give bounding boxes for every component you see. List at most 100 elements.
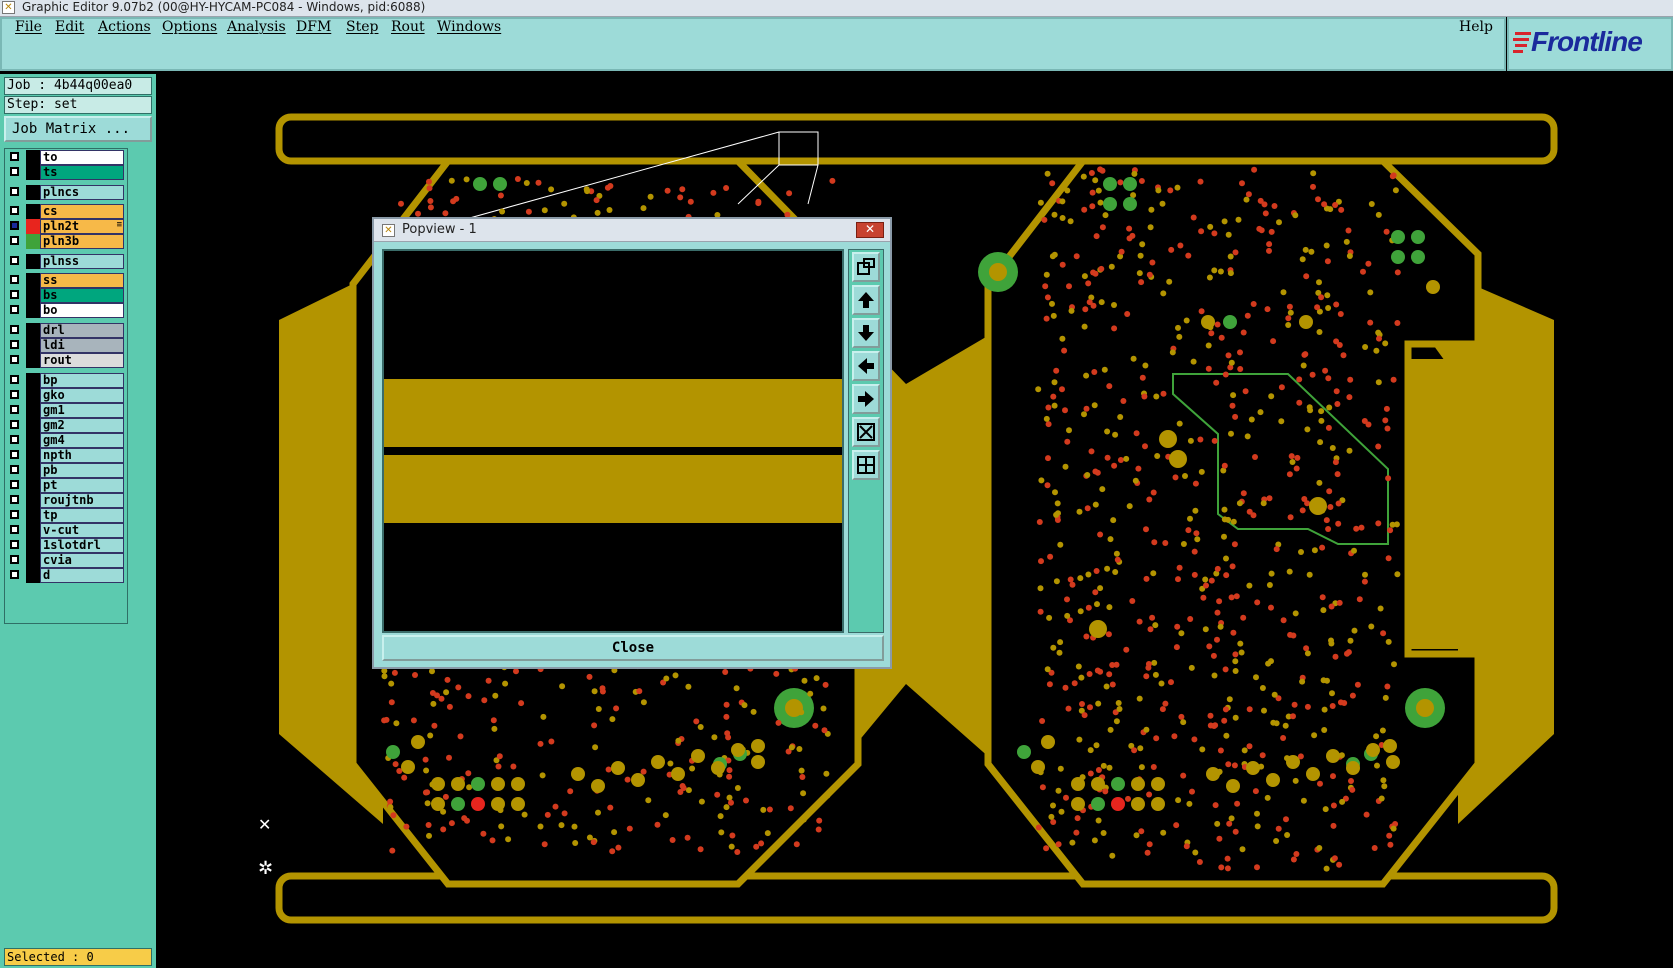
menu-edit[interactable]: Edit	[55, 17, 84, 37]
layer-checkbox[interactable]	[10, 435, 19, 444]
layer-name[interactable]: v-cut	[40, 523, 124, 538]
layer-row-rout[interactable]: rout	[8, 353, 124, 368]
layer-name[interactable]: roujtnb	[40, 493, 124, 508]
layer-row-cvia[interactable]: cvia	[8, 553, 124, 568]
layer-name[interactable]: ldi	[40, 338, 124, 353]
layer-checkbox[interactable]	[10, 555, 19, 564]
layer-row-ss[interactable]: ss	[8, 273, 124, 288]
layer-color-swatch[interactable]	[26, 185, 40, 200]
layer-row-cs[interactable]: cs	[8, 204, 124, 219]
layer-row-to[interactable]: to	[8, 150, 124, 165]
layer-row-tp[interactable]: tp	[8, 508, 124, 523]
layer-row-drl[interactable]: drl	[8, 323, 124, 338]
layer-checkbox[interactable]	[10, 510, 19, 519]
menu-rout[interactable]: Rout	[391, 17, 425, 37]
layer-name[interactable]: gko	[40, 388, 124, 403]
layer-color-swatch[interactable]	[26, 433, 40, 448]
layer-name[interactable]: d	[40, 568, 124, 583]
layer-color-swatch[interactable]	[26, 388, 40, 403]
layer-name[interactable]: pln2t	[40, 219, 124, 234]
layer-checkbox[interactable]	[10, 290, 19, 299]
layer-name[interactable]: pt	[40, 478, 124, 493]
layer-row-gm2[interactable]: gm2	[8, 418, 124, 433]
layer-color-swatch[interactable]	[26, 323, 40, 338]
layer-checkbox[interactable]	[10, 152, 19, 161]
layer-color-swatch[interactable]	[26, 568, 40, 583]
layer-checkbox[interactable]	[10, 256, 19, 265]
popview-close-x-button[interactable]: ✕	[856, 222, 884, 238]
layer-row-bp[interactable]: bp	[8, 373, 124, 388]
zoom-center-button[interactable]	[852, 450, 880, 480]
layer-row-pb[interactable]: pb	[8, 463, 124, 478]
layer-checkbox[interactable]	[10, 340, 19, 349]
layer-name[interactable]: pln3b	[40, 234, 124, 249]
layer-row-ldi[interactable]: ldi	[8, 338, 124, 353]
menu-analysis[interactable]: Analysis	[227, 17, 286, 37]
layer-name[interactable]: 1slotdrl	[40, 538, 124, 553]
layer-row-npth[interactable]: npth	[8, 448, 124, 463]
layer-row-gm4[interactable]: gm4	[8, 433, 124, 448]
layer-row-bs[interactable]: bs	[8, 288, 124, 303]
layer-color-swatch[interactable]	[26, 538, 40, 553]
layer-color-swatch[interactable]	[26, 234, 40, 249]
layer-checkbox[interactable]	[10, 450, 19, 459]
layer-color-swatch[interactable]	[26, 150, 40, 165]
menu-help[interactable]: Help	[1459, 17, 1493, 37]
layer-row-d[interactable]: d	[8, 568, 124, 583]
layer-color-swatch[interactable]	[26, 478, 40, 493]
zoom-fit-button[interactable]	[852, 417, 880, 447]
layer-checkbox[interactable]	[10, 525, 19, 534]
layer-color-swatch[interactable]	[26, 403, 40, 418]
zoom-window-button[interactable]	[852, 252, 880, 282]
layer-row-plncs[interactable]: plncs	[8, 185, 124, 200]
pan-up-button[interactable]	[852, 285, 880, 315]
layer-name[interactable]: plncs	[40, 185, 124, 200]
layer-color-swatch[interactable]	[26, 493, 40, 508]
layer-row-pln3b[interactable]: pln3b	[8, 234, 124, 249]
layer-name[interactable]: gm1	[40, 403, 124, 418]
layer-color-swatch[interactable]	[26, 553, 40, 568]
layer-name[interactable]: gm4	[40, 433, 124, 448]
layer-name[interactable]: bo	[40, 303, 124, 318]
layer-color-swatch[interactable]	[26, 508, 40, 523]
layer-name[interactable]: tp	[40, 508, 124, 523]
layer-color-swatch[interactable]	[26, 448, 40, 463]
layer-color-swatch[interactable]	[26, 219, 40, 234]
layer-checkbox[interactable]	[10, 221, 19, 230]
layer-row-gko[interactable]: gko	[8, 388, 124, 403]
layer-name[interactable]: bp	[40, 373, 124, 388]
layer-name[interactable]: gm2	[40, 418, 124, 433]
layer-name[interactable]: ss	[40, 273, 124, 288]
layer-name[interactable]: pb	[40, 463, 124, 478]
layer-color-swatch[interactable]	[26, 303, 40, 318]
menu-actions[interactable]: Actions	[98, 17, 151, 37]
layer-checkbox[interactable]	[10, 390, 19, 399]
layer-checkbox[interactable]	[10, 405, 19, 414]
layer-color-swatch[interactable]	[26, 204, 40, 219]
menu-step[interactable]: Step	[346, 17, 378, 37]
layer-name[interactable]: ts	[40, 165, 124, 180]
layer-checkbox[interactable]	[10, 187, 19, 196]
layer-color-swatch[interactable]	[26, 523, 40, 538]
popview-view[interactable]	[382, 249, 844, 633]
layer-checkbox[interactable]	[10, 540, 19, 549]
layer-color-swatch[interactable]	[26, 165, 40, 180]
layer-row-roujtnb[interactable]: roujtnb	[8, 493, 124, 508]
layer-row-pln2t[interactable]: pln2t ≡	[8, 219, 124, 234]
menu-file[interactable]: File	[15, 17, 42, 37]
layer-name[interactable]: bs	[40, 288, 124, 303]
job-matrix-button[interactable]: Job Matrix ...	[4, 116, 152, 142]
pan-left-button[interactable]	[852, 351, 880, 381]
layer-checkbox[interactable]	[10, 236, 19, 245]
popview-close-button[interactable]: Close	[382, 635, 884, 661]
layer-row-1slotdrl[interactable]: 1slotdrl	[8, 538, 124, 553]
layer-color-swatch[interactable]	[26, 254, 40, 269]
layer-checkbox[interactable]	[10, 495, 19, 504]
layer-color-swatch[interactable]	[26, 338, 40, 353]
menu-options[interactable]: Options	[162, 17, 217, 37]
layer-checkbox[interactable]	[10, 275, 19, 284]
layer-name[interactable]: drl	[40, 323, 124, 338]
layer-name[interactable]: to	[40, 150, 124, 165]
layer-row-gm1[interactable]: gm1	[8, 403, 124, 418]
layer-checkbox[interactable]	[10, 570, 19, 579]
